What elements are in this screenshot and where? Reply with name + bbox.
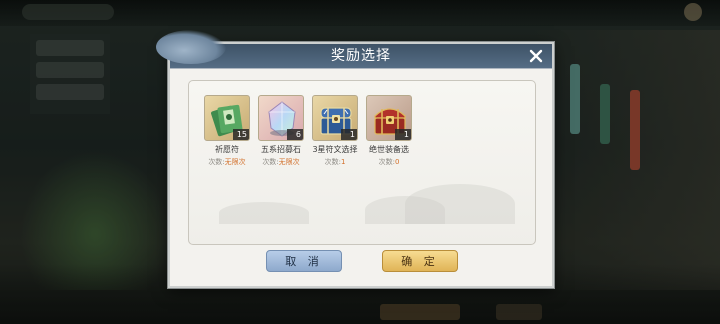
close-icon bbox=[529, 49, 543, 63]
reward-name: 绝世装备选 bbox=[369, 145, 409, 154]
red-gold-treasure-chest-icon: 1 bbox=[366, 95, 412, 141]
reward-list: 15 祈愿符 次数:无限次 6 五系招募石 次数:无限次 1 3星符文选择 次数… bbox=[203, 95, 413, 167]
reward-count: 1 bbox=[341, 129, 357, 140]
reward-count: 1 bbox=[395, 129, 411, 140]
reward-selection-dialog: 奖励选择 15 祈愿符 次数:无限次 6 五系招募石 次数:无限次 1 3星符文… bbox=[156, 30, 554, 288]
confirm-button[interactable]: 确 定 bbox=[382, 250, 458, 272]
reward-times: 次数:无限次 bbox=[262, 158, 300, 166]
reward-item[interactable]: 15 祈愿符 次数:无限次 bbox=[203, 95, 251, 167]
reward-list-panel: 15 祈愿符 次数:无限次 6 五系招募石 次数:无限次 1 3星符文选择 次数… bbox=[188, 80, 536, 245]
reward-times: 次数:0 bbox=[378, 158, 400, 166]
reward-item[interactable]: 1 绝世装备选 次数:0 bbox=[365, 95, 413, 167]
dialog-title: 奖励选择 bbox=[331, 48, 391, 64]
reward-count: 6 bbox=[287, 129, 303, 140]
reward-item[interactable]: 1 3星符文选择 次数:1 bbox=[311, 95, 359, 167]
green-talisman-bundle-icon: 15 bbox=[204, 95, 250, 141]
reward-times: 次数:1 bbox=[324, 158, 346, 166]
reward-item[interactable]: 6 五系招募石 次数:无限次 bbox=[257, 95, 305, 167]
reward-times: 次数:无限次 bbox=[208, 158, 246, 166]
prismatic-crystal-icon: 6 bbox=[258, 95, 304, 141]
reward-name: 3星符文选择 bbox=[312, 145, 358, 154]
cancel-button[interactable]: 取 消 bbox=[266, 250, 342, 272]
reward-name: 五系招募石 bbox=[261, 145, 301, 154]
mountain-decoration bbox=[219, 202, 309, 224]
dialog-header: 奖励选择 bbox=[156, 30, 552, 69]
close-button[interactable] bbox=[526, 46, 546, 66]
mountain-decoration bbox=[365, 196, 445, 224]
reward-count: 15 bbox=[233, 129, 249, 140]
blue-rune-chest-icon: 1 bbox=[312, 95, 358, 141]
reward-name: 祈愿符 bbox=[215, 145, 239, 154]
